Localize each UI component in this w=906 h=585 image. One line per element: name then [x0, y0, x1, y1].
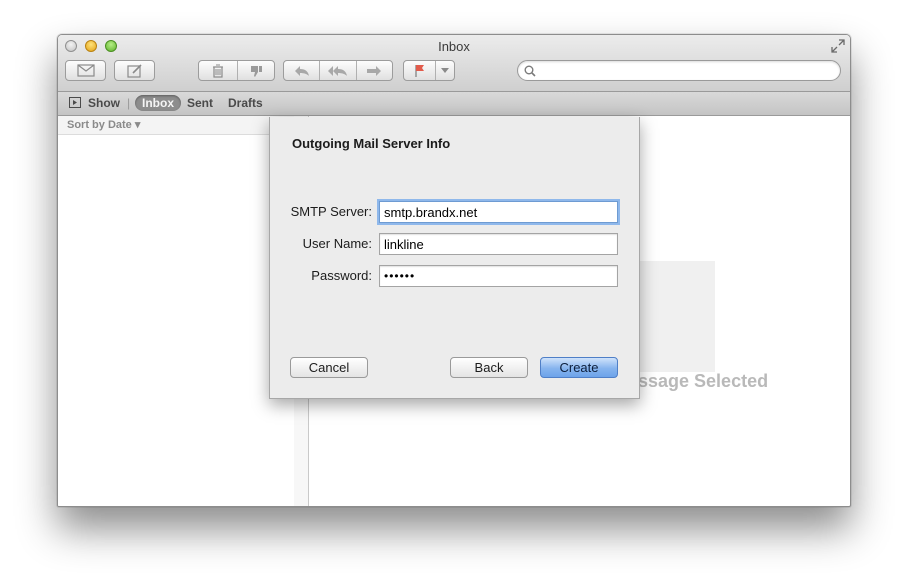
- show-mailboxes-button[interactable]: Show: [88, 95, 120, 111]
- favorite-drafts[interactable]: Drafts: [228, 95, 263, 111]
- smtp-server-label: SMTP Server:: [290, 204, 372, 219]
- show-mailboxes-icon: [69, 97, 81, 108]
- search-icon: [524, 65, 536, 77]
- favorites-bar: Show | Inbox Sent Drafts: [58, 92, 850, 116]
- reply-icon: [294, 65, 309, 76]
- password-field[interactable]: ••••••: [379, 265, 618, 287]
- trash-icon: [212, 64, 223, 78]
- user-name-field[interactable]: [379, 233, 618, 255]
- forward-icon: [367, 65, 382, 76]
- create-button[interactable]: Create: [540, 357, 618, 378]
- favorite-sent[interactable]: Sent: [187, 95, 213, 111]
- cancel-button[interactable]: Cancel: [290, 357, 368, 378]
- reply-all-button[interactable]: [319, 61, 355, 80]
- window-title: Inbox: [438, 39, 470, 54]
- chevron-down-icon: [441, 67, 450, 73]
- smtp-server-field[interactable]: [379, 201, 618, 223]
- delete-button[interactable]: [199, 61, 237, 80]
- flag-group: [403, 60, 455, 81]
- sort-bar: Sort by Date ▾: [58, 116, 294, 135]
- delete-junk-group: [198, 60, 275, 81]
- outgoing-mail-server-sheet: Outgoing Mail Server Info SMTP Server: U…: [269, 117, 640, 399]
- back-button[interactable]: Back: [450, 357, 528, 378]
- toolbar: Inbox: [58, 35, 850, 92]
- flag-icon: [415, 64, 424, 77]
- flag-button[interactable]: [404, 61, 435, 80]
- fullscreen-icon[interactable]: [831, 39, 845, 53]
- reply-group: [283, 60, 393, 81]
- favorite-inbox[interactable]: Inbox: [135, 95, 181, 111]
- envelope-icon: [76, 64, 95, 77]
- reply-button[interactable]: [284, 61, 319, 80]
- junk-button[interactable]: [236, 61, 275, 80]
- forward-button[interactable]: [355, 61, 392, 80]
- reply-all-icon: [327, 65, 347, 76]
- sort-by-date-button[interactable]: Sort by Date ▾: [67, 118, 140, 131]
- compose-button[interactable]: [114, 60, 155, 81]
- compose-icon: [126, 63, 142, 78]
- password-label: Password:: [311, 268, 372, 283]
- message-list[interactable]: [58, 116, 295, 506]
- search-input[interactable]: [540, 63, 834, 80]
- search-field[interactable]: [517, 60, 841, 81]
- get-mail-button[interactable]: [65, 60, 106, 81]
- favorites-divider: |: [127, 96, 131, 110]
- flag-menu-button[interactable]: [435, 61, 454, 80]
- thumbs-down-icon: [250, 65, 262, 77]
- dialog-title: Outgoing Mail Server Info: [292, 136, 451, 151]
- user-name-label: User Name:: [302, 236, 372, 251]
